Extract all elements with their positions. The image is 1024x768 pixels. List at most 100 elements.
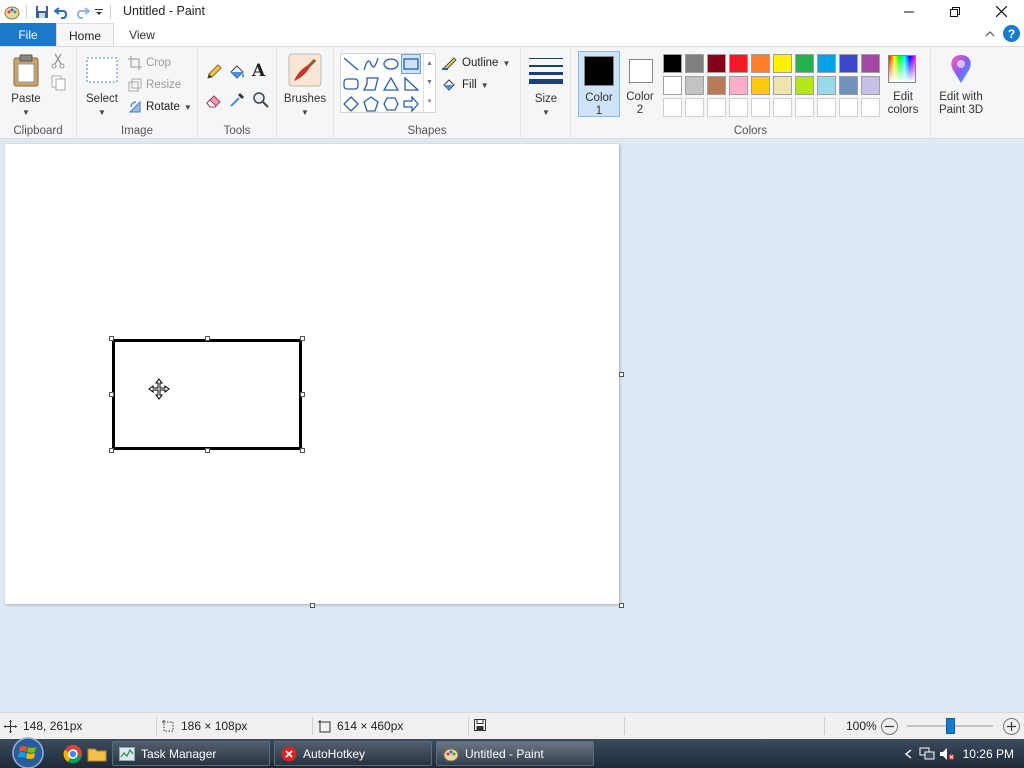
palette-swatch[interactable] <box>861 54 880 73</box>
brushes-button[interactable]: Brushes ▼ <box>283 51 327 117</box>
customize-qat-icon[interactable] <box>92 2 106 22</box>
palette-swatch[interactable] <box>663 76 682 95</box>
curve-shape-icon[interactable] <box>361 54 381 74</box>
save-icon[interactable] <box>32 2 52 22</box>
triangle-shape-icon[interactable] <box>381 74 401 94</box>
color-picker-icon[interactable] <box>228 91 246 109</box>
custom-color-slot[interactable] <box>707 98 726 117</box>
pencil-icon[interactable] <box>205 63 223 81</box>
palette-swatch[interactable] <box>751 54 770 73</box>
custom-color-slot[interactable] <box>729 98 748 117</box>
undo-icon[interactable] <box>52 2 72 22</box>
palette-swatch[interactable] <box>729 76 748 95</box>
diamond-shape-icon[interactable] <box>341 94 361 114</box>
minimize-button[interactable] <box>886 0 932 23</box>
paste-button[interactable]: Paste ▼ <box>6 51 46 117</box>
polygon-shape-icon[interactable] <box>361 74 381 94</box>
shapes-scroll[interactable]: ▲ ▼ ▾ <box>423 54 435 112</box>
zoom-out-button[interactable] <box>881 718 898 735</box>
palette-swatch[interactable] <box>817 54 836 73</box>
custom-color-slot[interactable] <box>685 98 704 117</box>
palette-swatch[interactable] <box>773 76 792 95</box>
palette-swatch[interactable] <box>707 76 726 95</box>
taskbar-paint[interactable]: Untitled - Paint <box>436 741 594 766</box>
taskbar-autohotkey[interactable]: AutoHotkey <box>274 741 432 766</box>
chrome-icon[interactable] <box>63 744 83 764</box>
palette-swatch[interactable] <box>729 54 748 73</box>
canvas-resize-handle-e[interactable] <box>619 372 624 377</box>
palette-swatch[interactable] <box>685 76 704 95</box>
drawing-canvas[interactable] <box>5 144 619 604</box>
zoom-in-button[interactable] <box>1003 718 1020 735</box>
custom-color-slot[interactable] <box>663 98 682 117</box>
magnifier-icon[interactable] <box>252 91 270 109</box>
oval-shape-icon[interactable] <box>381 54 401 74</box>
selection-marquee[interactable] <box>111 338 303 451</box>
tab-file[interactable]: File <box>0 23 56 46</box>
custom-color-slot[interactable] <box>861 98 880 117</box>
restore-button[interactable] <box>932 0 978 23</box>
selection-handle-nw[interactable] <box>109 336 114 341</box>
palette-swatch[interactable] <box>707 54 726 73</box>
close-button[interactable] <box>978 0 1024 23</box>
palette-swatch[interactable] <box>795 54 814 73</box>
tab-home[interactable]: Home <box>56 23 114 47</box>
text-tool-icon[interactable]: A <box>252 61 270 81</box>
selection-handle-w[interactable] <box>109 392 114 397</box>
file-explorer-icon[interactable] <box>87 744 107 764</box>
canvas-resize-handle-s[interactable] <box>310 603 315 608</box>
clock[interactable]: 10:26 PM <box>957 747 1024 761</box>
start-button[interactable] <box>2 736 54 768</box>
right-arrow-shape-icon[interactable] <box>401 94 421 114</box>
zoom-slider-thumb[interactable] <box>945 718 955 734</box>
palette-swatch[interactable] <box>839 76 858 95</box>
zoom-slider[interactable] <box>907 718 993 734</box>
selection-handle-e[interactable] <box>300 392 305 397</box>
resize-button[interactable]: Resize <box>128 78 181 92</box>
palette-swatch[interactable] <box>773 54 792 73</box>
tray-expand-icon[interactable] <box>901 748 917 759</box>
custom-color-slot[interactable] <box>839 98 858 117</box>
crop-button[interactable]: Crop <box>128 56 171 70</box>
paint-app-icon[interactable] <box>2 2 22 22</box>
palette-swatch[interactable] <box>861 76 880 95</box>
minimize-ribbon-icon[interactable] <box>983 27 997 41</box>
palette-swatch[interactable] <box>817 76 836 95</box>
select-button[interactable]: Select ▼ <box>82 51 122 117</box>
selection-handle-ne[interactable] <box>300 336 305 341</box>
palette-swatch[interactable] <box>751 76 770 95</box>
eraser-icon[interactable] <box>205 91 223 109</box>
outline-button[interactable]: Outline ▼ <box>442 56 510 70</box>
tab-view[interactable]: View <box>116 23 168 46</box>
fill-bucket-icon[interactable] <box>228 63 246 81</box>
selection-handle-n[interactable] <box>205 336 210 341</box>
line-shape-icon[interactable] <box>341 54 361 74</box>
edit-colors-button[interactable]: Edit colors <box>882 51 924 117</box>
selection-handle-se[interactable] <box>300 448 305 453</box>
help-icon[interactable]: ? <box>1003 25 1020 42</box>
redo-icon[interactable] <box>72 2 92 22</box>
taskbar-task-manager[interactable]: Task Manager <box>112 741 270 766</box>
selection-handle-sw[interactable] <box>109 448 114 453</box>
palette-swatch[interactable] <box>685 54 704 73</box>
custom-color-slot[interactable] <box>751 98 770 117</box>
custom-color-slot[interactable] <box>795 98 814 117</box>
cut-icon[interactable] <box>51 53 69 69</box>
canvas-resize-handle-se[interactable] <box>619 603 624 608</box>
pentagon-shape-icon[interactable] <box>361 94 381 114</box>
palette-swatch[interactable] <box>795 76 814 95</box>
palette-swatch[interactable] <box>663 54 682 73</box>
custom-color-slot[interactable] <box>817 98 836 117</box>
selection-handle-s[interactable] <box>205 448 210 453</box>
size-button[interactable]: Size ▼ <box>526 51 566 117</box>
custom-color-slot[interactable] <box>773 98 792 117</box>
rounded-rectangle-shape-icon[interactable] <box>341 74 361 94</box>
rotate-button[interactable]: Rotate ▼ <box>128 100 192 114</box>
right-triangle-shape-icon[interactable] <box>401 74 421 94</box>
palette-swatch[interactable] <box>839 54 858 73</box>
fill-button[interactable]: Fill ▼ <box>442 78 489 92</box>
copy-icon[interactable] <box>51 75 69 91</box>
rectangle-shape-icon[interactable] <box>401 54 421 74</box>
hexagon-shape-icon[interactable] <box>381 94 401 114</box>
network-icon[interactable] <box>917 747 937 761</box>
